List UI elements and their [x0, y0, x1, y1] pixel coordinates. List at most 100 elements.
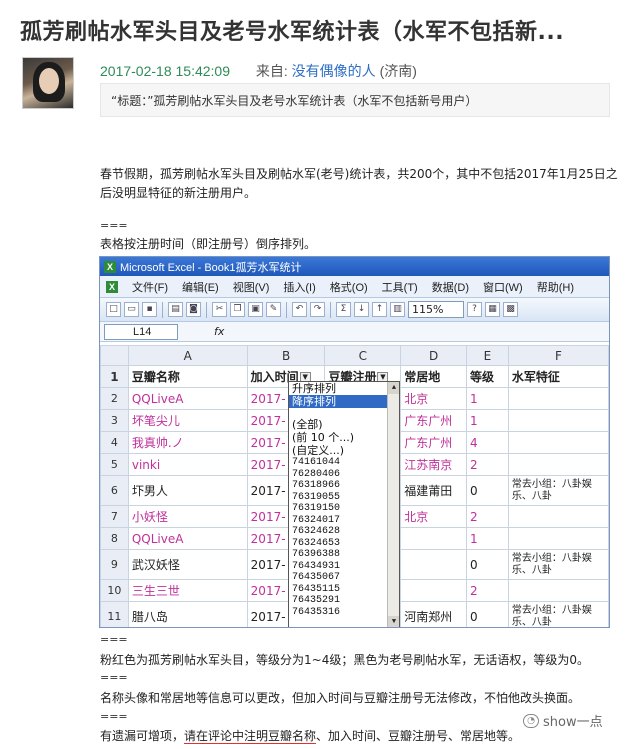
filter-value-option[interactable]: 76319150 [289, 503, 399, 515]
cell-level[interactable]: 1 [466, 527, 509, 550]
filter-value-option[interactable]: 76319055 [289, 492, 399, 504]
cell-feature[interactable] [507, 431, 609, 454]
filter-top10-option[interactable]: (前 10 个...) [289, 431, 399, 444]
cell-feature[interactable]: 常去小组：八卦娱乐、八卦 [507, 475, 609, 506]
filter-value-option[interactable]: 76396388 [289, 549, 399, 561]
row-header[interactable]: 1 [100, 365, 129, 388]
cell-level[interactable]: 4 [466, 431, 509, 454]
fx-icon[interactable]: fx [214, 325, 224, 338]
cell-level[interactable]: 2 [466, 579, 509, 602]
filter-value-option[interactable]: 76435067 [289, 572, 399, 584]
header-cell-name[interactable]: 豆瓣名称 [127, 365, 248, 388]
cell-feature[interactable]: 常去小组：八卦娱乐、八卦 [507, 549, 609, 580]
cell-feature[interactable] [507, 409, 609, 432]
cell-name[interactable]: 武汉妖怪 [127, 549, 248, 580]
filter-value-option[interactable]: 76434931 [289, 561, 399, 573]
menu-file[interactable]: 文件(F) [132, 279, 168, 295]
cell-name[interactable]: 三生三世 [127, 579, 248, 602]
scroll-up-icon[interactable]: ▲ [388, 382, 399, 394]
cell-location[interactable]: 北京 [400, 505, 468, 528]
chart-icon[interactable]: ▥ [390, 302, 405, 317]
cell-name[interactable]: QQLiveA [127, 387, 248, 410]
cell-level[interactable]: 0 [466, 475, 509, 506]
redo-icon[interactable]: ↷ [310, 302, 325, 317]
filter-value-option[interactable]: 76324628 [289, 526, 399, 538]
print-icon[interactable]: ▤ [168, 302, 183, 317]
cell-feature[interactable] [507, 453, 609, 476]
cell-level[interactable]: 1 [466, 387, 509, 410]
menu-data[interactable]: 数据(D) [432, 279, 469, 295]
cell-feature[interactable] [507, 387, 609, 410]
cell-feature[interactable] [507, 505, 609, 528]
column-header-f[interactable]: F [507, 345, 609, 366]
cell-level[interactable]: 1 [466, 409, 509, 432]
copy-icon[interactable]: ❐ [230, 302, 245, 317]
autofilter-dropdown[interactable]: 升序排列 降序排列 (全部) (前 10 个...) (自定义...) 7416… [288, 381, 400, 627]
cell-name[interactable]: 坏笔尖儿 [127, 409, 248, 432]
row-header[interactable]: 7 [100, 505, 129, 528]
filter-value-option[interactable]: 76435291 [289, 595, 399, 607]
author-link[interactable]: 没有偶像的人 [292, 63, 376, 79]
filter-value-option[interactable]: 74161044 [289, 457, 399, 469]
cell-name[interactable]: 我真帅.ノ [127, 431, 248, 454]
cell-level[interactable]: 2 [466, 505, 509, 528]
layout-icon[interactable]: ▦ [485, 302, 500, 317]
column-header-c[interactable]: C [324, 345, 402, 366]
row-header[interactable]: 9 [100, 549, 129, 580]
filter-value-option[interactable]: 76324017 [289, 515, 399, 527]
column-header-b[interactable]: B [246, 345, 326, 366]
cell-location[interactable]: 福建莆田 [400, 475, 468, 506]
cell-level[interactable]: 0 [466, 549, 509, 580]
row-header[interactable]: 11 [100, 601, 129, 627]
filter-value-option[interactable]: 76435115 [289, 584, 399, 596]
filter-all-option[interactable]: (全部) [289, 418, 399, 431]
cell-level[interactable]: 0 [466, 601, 509, 627]
cell-location[interactable] [400, 527, 468, 550]
sort-desc-icon[interactable]: ↑ [372, 302, 387, 317]
filter-value-option[interactable]: 76318966 [289, 480, 399, 492]
column-header-e[interactable]: E [466, 345, 509, 366]
format-painter-icon[interactable]: ✎ [266, 302, 281, 317]
filter-value-option[interactable]: 76435316 [289, 607, 399, 619]
sort-asc-icon[interactable]: ↓ [354, 302, 369, 317]
cell-location[interactable]: 河南郑州 [400, 601, 468, 627]
menu-window[interactable]: 窗口(W) [483, 279, 523, 295]
filter-value-option[interactable]: 76280406 [289, 469, 399, 481]
cell-name[interactable]: QQLiveA [127, 527, 248, 550]
header-cell-feature[interactable]: 水军特征 [507, 365, 609, 388]
cell-location[interactable]: 江苏南京 [400, 453, 468, 476]
filter-value-option[interactable]: 76324653 [289, 538, 399, 550]
menu-edit[interactable]: 编辑(E) [182, 279, 219, 295]
cell-location[interactable] [400, 549, 468, 580]
filter-custom-option[interactable]: (自定义...) [289, 444, 399, 457]
cell-name[interactable]: 腊八岛 [127, 601, 248, 627]
cut-icon[interactable]: ✂ [212, 302, 227, 317]
cell-name[interactable]: vinki [127, 453, 248, 476]
cell-feature[interactable]: 常去小组：八卦娱乐、八卦 [507, 601, 609, 627]
undo-icon[interactable]: ↶ [292, 302, 307, 317]
cell-location[interactable]: 广东广州 [400, 409, 468, 432]
select-all-corner[interactable] [100, 345, 129, 366]
cell-location[interactable] [400, 579, 468, 602]
open-icon[interactable]: ▭ [124, 302, 139, 317]
help-icon[interactable]: ? [467, 302, 482, 317]
column-header-a[interactable]: A [127, 345, 248, 366]
cell-location[interactable]: 广东广州 [400, 431, 468, 454]
menu-insert[interactable]: 插入(I) [283, 279, 315, 295]
cell-feature[interactable] [507, 527, 609, 550]
zoom-select[interactable]: 115% [408, 301, 464, 318]
row-header[interactable]: 2 [100, 387, 129, 410]
scroll-down-icon[interactable]: ▼ [388, 616, 399, 627]
preview-icon[interactable]: ◙ [186, 302, 201, 317]
row-header[interactable]: 10 [100, 579, 129, 602]
cell-level[interactable]: 2 [466, 453, 509, 476]
cell-feature[interactable] [507, 579, 609, 602]
column-header-d[interactable]: D [400, 345, 468, 366]
row-header[interactable]: 6 [100, 475, 129, 506]
row-header[interactable]: 4 [100, 431, 129, 454]
sort-descending-option[interactable]: 降序排列 [289, 395, 399, 408]
save-icon[interactable]: ▪ [142, 302, 157, 317]
row-header[interactable]: 3 [100, 409, 129, 432]
header-cell-level[interactable]: 等级 [466, 365, 509, 388]
cell-location[interactable]: 北京 [400, 387, 468, 410]
